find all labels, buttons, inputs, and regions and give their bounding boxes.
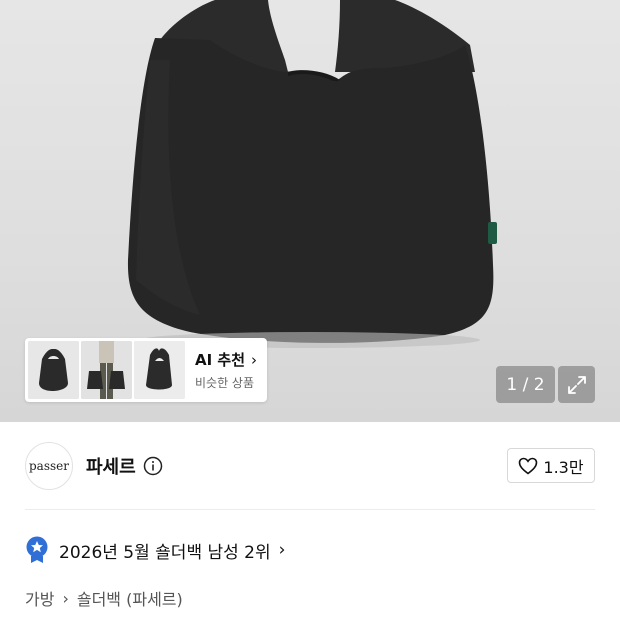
star-badge-icon (26, 536, 48, 563)
heart-icon (519, 457, 538, 475)
recommend-thumb-2[interactable] (81, 341, 132, 399)
ai-recommend-panel[interactable]: AI 추천 › 비슷한 상품 (25, 338, 267, 402)
brand-row: passer 파세르 1.3만 (25, 441, 595, 491)
chevron-right-icon: › (251, 350, 258, 369)
product-image[interactable]: AI 추천 › 비슷한 상품 1 / 2 (0, 0, 620, 422)
counter-total: 2 (533, 374, 545, 395)
breadcrumb-item-shoulder-bag[interactable]: 숄더백 (파세르) (77, 586, 183, 610)
image-counter: 1 / 2 (496, 366, 555, 403)
like-button[interactable]: 1.3만 (507, 448, 595, 483)
counter-current: 1 (506, 374, 518, 395)
bag-side-thumb-icon (134, 341, 185, 399)
expand-button[interactable] (558, 366, 595, 403)
counter-sep: / (517, 374, 534, 395)
chevron-right-icon: › (278, 540, 286, 560)
recommend-thumb-3[interactable] (134, 341, 185, 399)
ranking-text: 2026년 5월 숄더백 남성 2위 (59, 542, 271, 563)
info-icon[interactable] (143, 456, 163, 476)
ai-recommend-subtitle: 비슷한 상품 (195, 376, 255, 390)
ai-recommend-text[interactable]: AI 추천 › 비슷한 상품 (195, 349, 257, 391)
ai-title-label: AI 추천 (195, 351, 246, 369)
breadcrumb: 가방 › 숄더백 (파세르) (25, 586, 183, 610)
brand-logo[interactable]: passer (25, 442, 73, 490)
breadcrumb-item-bags[interactable]: 가방 (25, 586, 54, 610)
ai-recommend-title: AI 추천 › (195, 349, 257, 370)
recommend-thumb-1[interactable] (28, 341, 79, 399)
ranking-row[interactable]: 2026년 5월 숄더백 남성 2위 › (25, 535, 285, 565)
brand-name[interactable]: 파세르 (86, 453, 136, 479)
bag-thumb-icon (28, 341, 79, 399)
divider (25, 509, 595, 510)
like-count: 1.3만 (543, 457, 584, 477)
breadcrumb-separator-icon: › (62, 588, 69, 608)
model-thumb-icon (81, 341, 132, 399)
expand-icon (567, 375, 586, 394)
